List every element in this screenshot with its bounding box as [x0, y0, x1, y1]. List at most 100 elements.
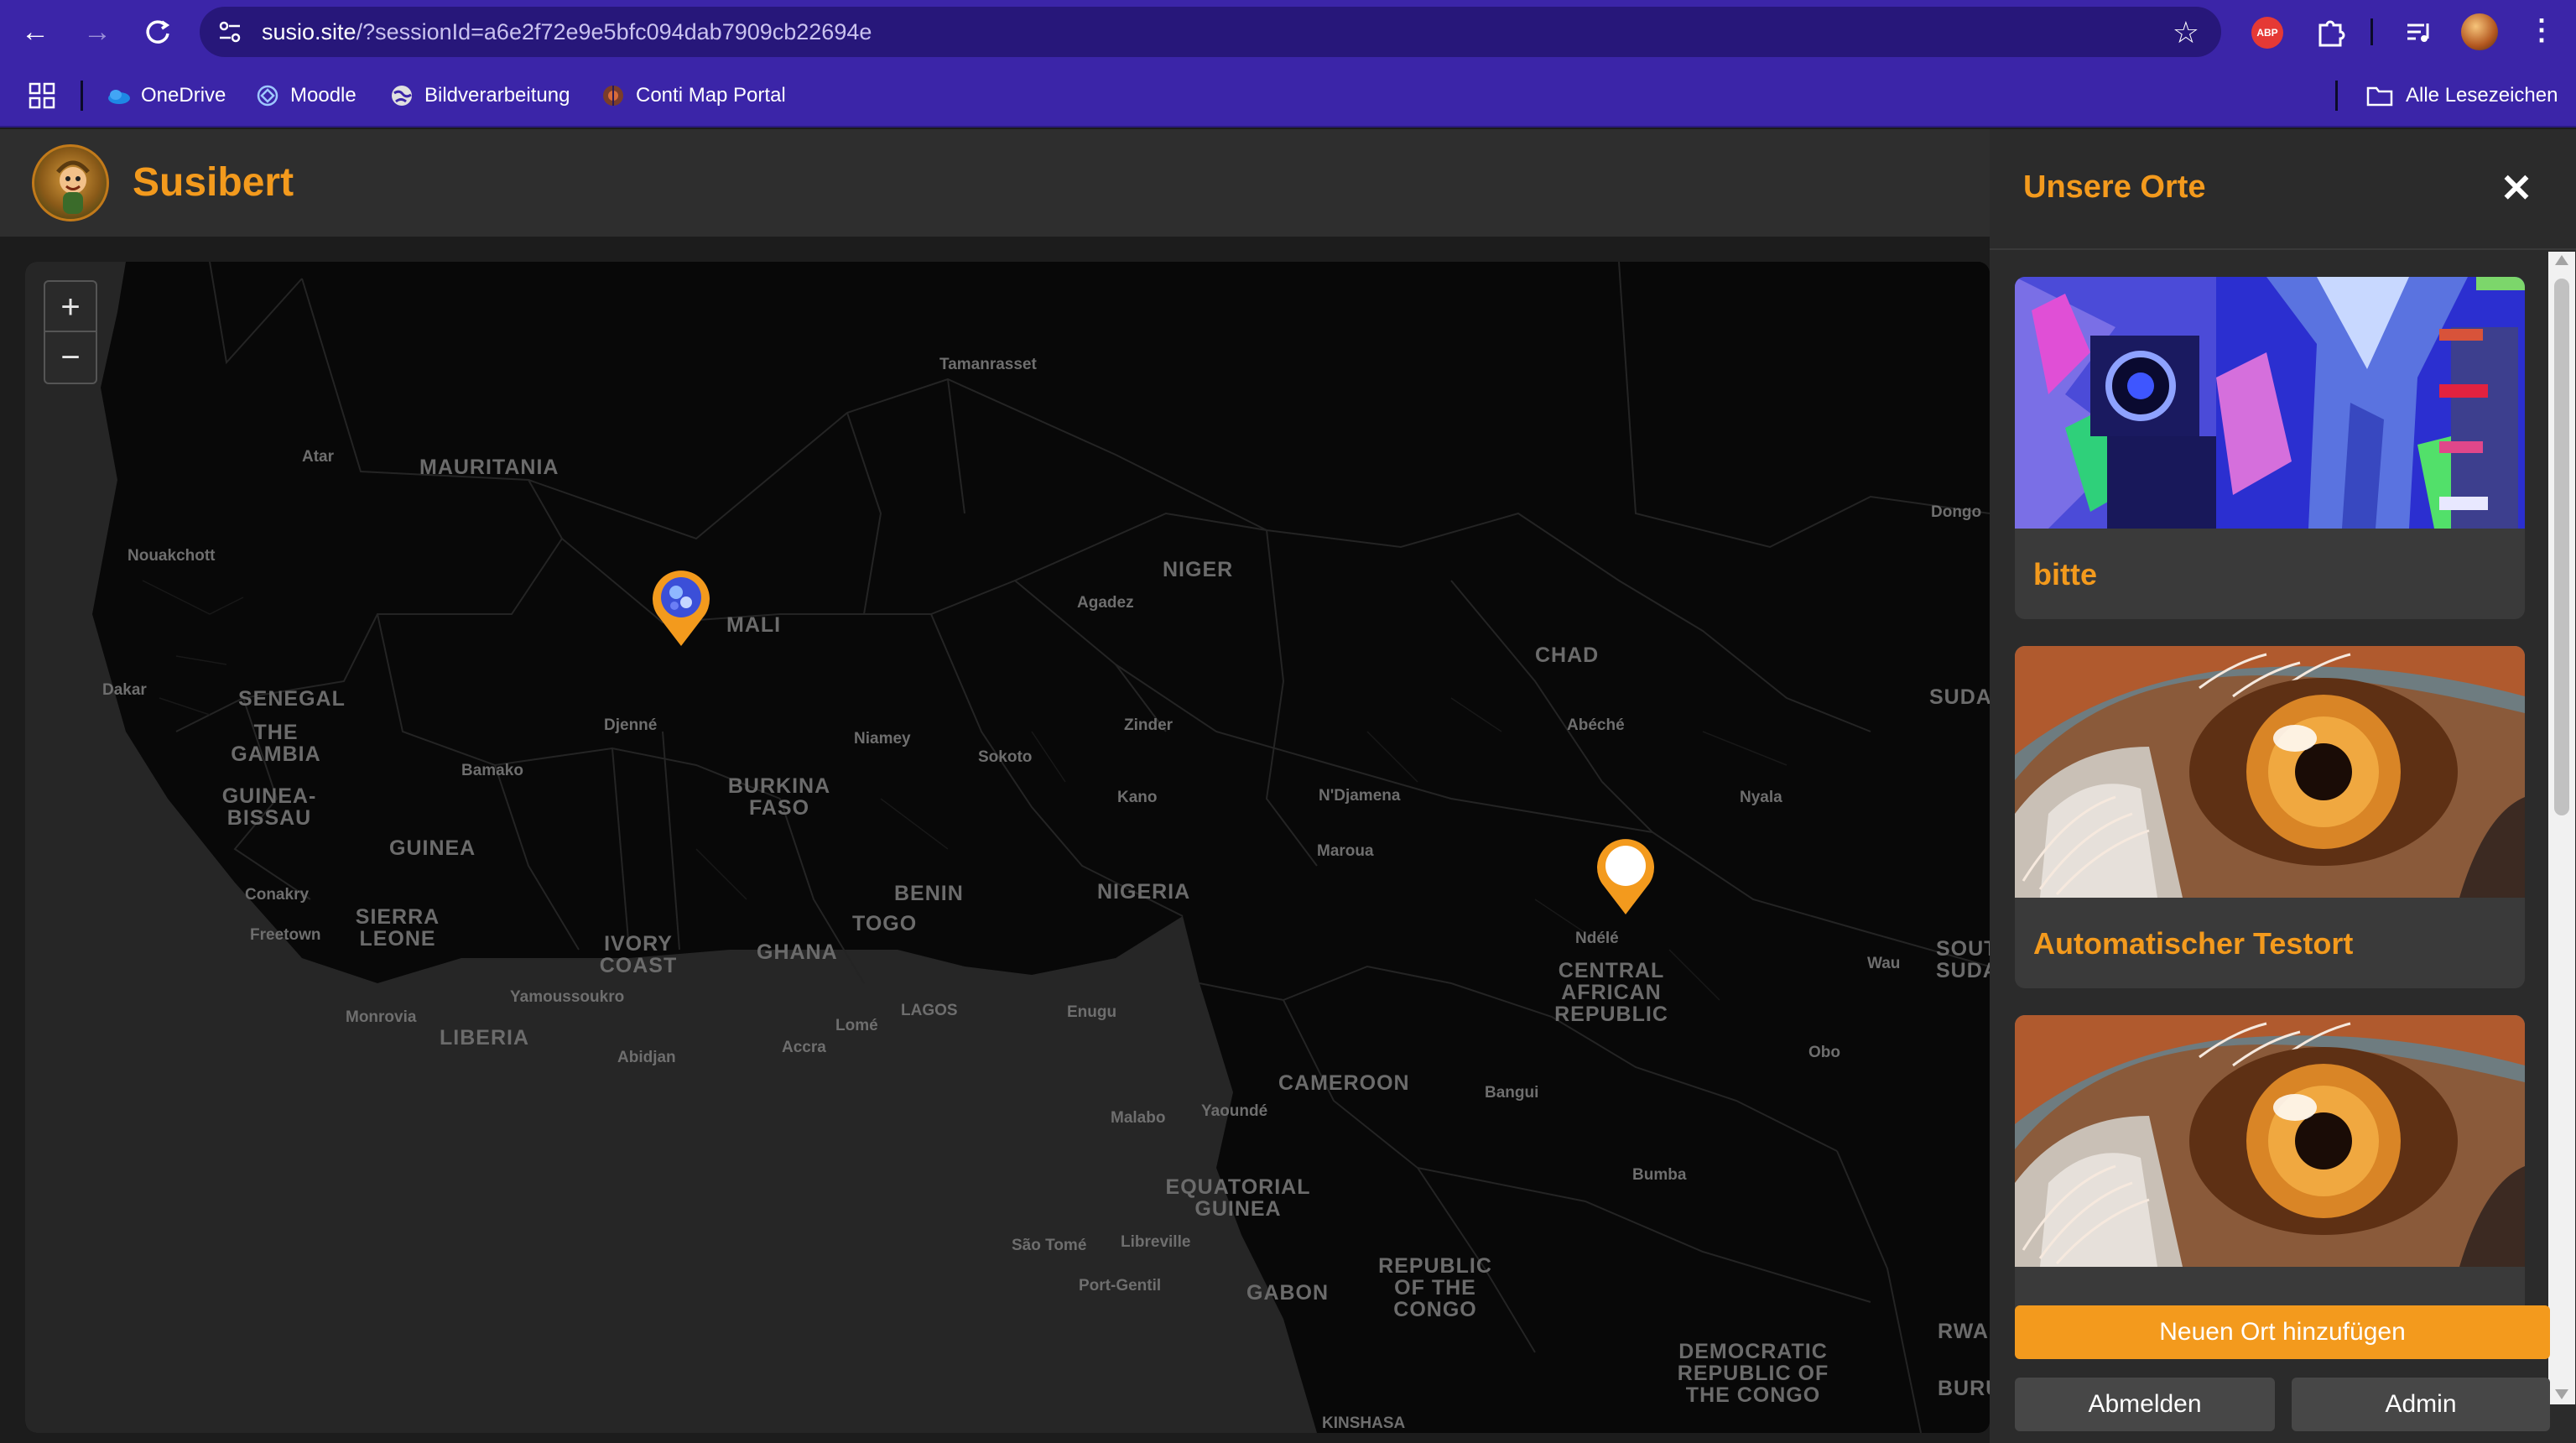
browser-menu-icon[interactable]: ⋮ [2525, 13, 2558, 50]
scroll-up-icon[interactable] [2555, 255, 2568, 265]
city-label: Enugu [1067, 1003, 1117, 1021]
bookmark-label: Moodle [290, 84, 356, 107]
bookmark-moodle[interactable]: Moodle [255, 77, 356, 114]
place-card[interactable]: bitte [2015, 277, 2525, 619]
url-text[interactable]: susio.site/?sessionId=a6e2f72e9e5bfc094d… [262, 19, 872, 45]
all-bookmarks-label: Alle Lesezeichen [2406, 84, 2558, 107]
bookmarks-divider [81, 81, 83, 111]
map-marker-photo[interactable] [646, 565, 716, 649]
country-label: SIERRA LEONE [355, 905, 440, 951]
country-label: THE GAMBIA [231, 721, 321, 766]
city-label: Freetown [250, 926, 321, 944]
country-label: GABON [1246, 1281, 1330, 1305]
map-view[interactable]: + − MAURITANIA MALI NIGER CHAD SENEGAL T… [25, 262, 1990, 1433]
place-name: Automatischer Testort [2033, 926, 2354, 961]
city-label: Bamako [461, 762, 523, 779]
profile-avatar[interactable] [2461, 13, 2498, 50]
city-label: LAGOS [901, 1002, 958, 1019]
city-label: Dakar [102, 681, 147, 699]
zoom-out-button[interactable]: − [45, 332, 96, 383]
browser-toolbar: ← → susio.site/?sessionId=a6e2f72e9e5bfc… [0, 0, 2576, 64]
scroll-down-icon[interactable] [2555, 1389, 2568, 1399]
bookmark-conti-map-portal[interactable]: Conti Map Portal [601, 77, 786, 114]
country-label: NIGER [1163, 558, 1234, 581]
site-settings-icon[interactable] [215, 17, 245, 47]
all-bookmarks-button[interactable]: Alle Lesezeichen [2365, 77, 2558, 114]
admin-button[interactable]: Admin [2292, 1378, 2550, 1431]
city-label: Lomé [835, 1017, 878, 1034]
country-label: GUINEA-BISSAU [221, 784, 317, 830]
city-label: Niamey [854, 730, 911, 748]
extensions-puzzle-icon[interactable] [2312, 13, 2349, 50]
country-label: GUINEA [389, 836, 476, 860]
city-label: Conakry [245, 886, 310, 904]
media-control-icon[interactable] [2401, 13, 2438, 50]
moodle-icon [257, 85, 278, 107]
city-label: Wau [1867, 955, 1901, 972]
city-label: Abidjan [617, 1049, 676, 1066]
bookmark-label: Conti Map Portal [636, 84, 786, 107]
zoom-in-button[interactable]: + [45, 282, 96, 332]
map-basemap[interactable] [25, 262, 1990, 1433]
city-label: Bumba [1632, 1166, 1687, 1184]
country-label: IVORY COAST [599, 932, 678, 977]
city-label: Sokoto [978, 748, 1033, 766]
city-label: Zinder [1124, 716, 1174, 734]
scroll-thumb[interactable] [2554, 279, 2569, 815]
sidebar-scrollbar[interactable] [2548, 252, 2575, 1404]
country-label: NIGERIA [1097, 880, 1191, 904]
country-label: EQUATORIAL GUINEA [1165, 1175, 1311, 1221]
place-image [2015, 277, 2525, 529]
country-label: SENEGAL [238, 687, 346, 711]
bookmark-bildverarbeitung[interactable]: Bildverarbeitung [389, 77, 570, 114]
add-place-button[interactable]: Neuen Ort hinzufügen [2015, 1305, 2550, 1359]
address-bar[interactable]: susio.site/?sessionId=a6e2f72e9e5bfc094d… [200, 7, 2221, 57]
toolbar-divider [2370, 18, 2373, 45]
bookmark-onedrive[interactable]: OneDrive [106, 77, 226, 114]
city-label: Kano [1117, 789, 1158, 806]
reload-icon[interactable] [139, 13, 176, 50]
places-sidebar: Unsere Orte ✕ bitte Automatischer Testor… [1990, 129, 2576, 1443]
city-label: Tamanrasset [939, 356, 1037, 373]
places-list[interactable]: bitte Automatischer Testort [1990, 252, 2576, 1403]
place-image [2015, 1015, 2525, 1267]
country-label: CHAD [1535, 643, 1600, 667]
city-label: Yamoussoukro [510, 988, 625, 1006]
city-label: Agadez [1077, 594, 1134, 612]
city-label: Dongo [1931, 503, 1982, 521]
back-icon[interactable]: ← [17, 13, 54, 50]
bookmark-label: Bildverarbeitung [424, 84, 570, 107]
city-label: Libreville [1121, 1233, 1191, 1251]
country-label: SOUT SUDA [1936, 937, 1990, 982]
city-label: São Tomé [1012, 1237, 1087, 1254]
bookmark-star-icon[interactable]: ☆ [2173, 15, 2199, 50]
globe-icon [392, 86, 412, 106]
country-label: RWA [1938, 1320, 1989, 1343]
country-label: MAURITANIA [419, 456, 559, 479]
city-label: Maroua [1317, 842, 1374, 860]
country-label: MALI [726, 613, 782, 637]
city-label: Obo [1808, 1044, 1840, 1061]
sidebar-header: Unsere Orte ✕ [1990, 129, 2576, 250]
map-marker-pin[interactable] [1590, 834, 1661, 918]
city-label: Accra [782, 1039, 826, 1056]
city-label: Port-Gentil [1079, 1277, 1162, 1295]
city-label: Djenné [604, 716, 658, 734]
onedrive-icon [108, 90, 130, 104]
city-label: Atar [302, 448, 335, 466]
forward-icon[interactable]: → [79, 13, 116, 50]
place-name: bitte [2033, 557, 2097, 591]
country-label: REPUBLIC OF THE CONGO [1378, 1254, 1492, 1321]
country-label: SUDA [1929, 685, 1990, 709]
country-label: CENTRAL AFRICAN REPUBLIC [1554, 959, 1668, 1026]
city-label: Nouakchott [127, 547, 216, 565]
apps-grid-icon[interactable] [29, 82, 55, 109]
app-logo[interactable] [32, 144, 109, 221]
app-title: Susibert [133, 160, 294, 205]
place-card[interactable]: Automatischer Testort [2015, 646, 2525, 988]
country-label: BURU [1938, 1377, 1990, 1400]
logout-button[interactable]: Abmelden [2015, 1378, 2275, 1431]
adblock-extension-icon[interactable]: ABP [2251, 17, 2283, 49]
close-icon[interactable]: ✕ [2493, 164, 2540, 211]
folder-icon [2366, 86, 2393, 107]
